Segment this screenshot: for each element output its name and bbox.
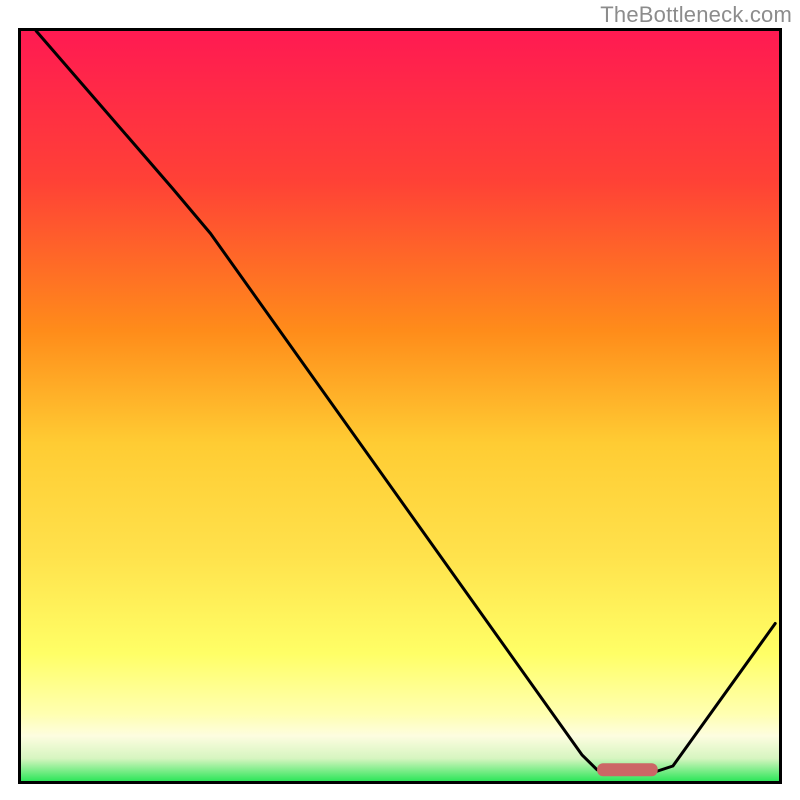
- optimal-range-marker: [597, 763, 658, 776]
- bottleneck-chart: [21, 31, 779, 781]
- watermark-text: TheBottleneck.com: [600, 2, 792, 28]
